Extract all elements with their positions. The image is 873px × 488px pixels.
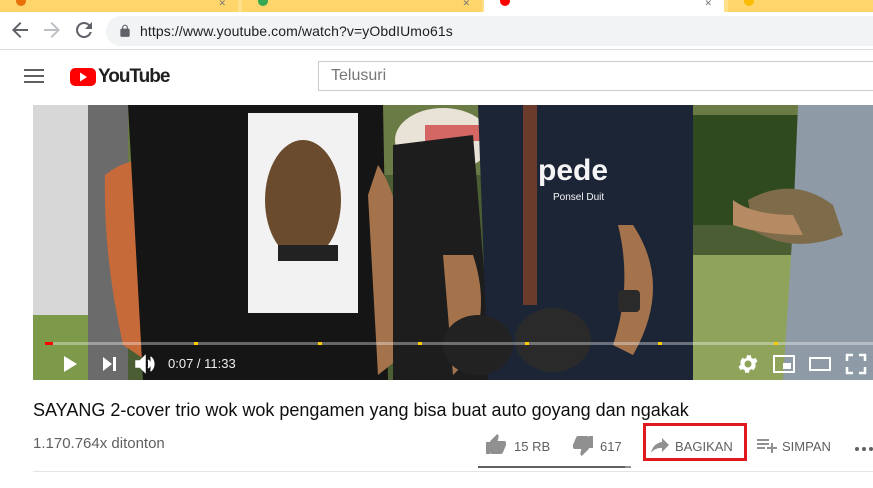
youtube-header: YouTube [0, 50, 873, 104]
fullscreen-icon [845, 353, 867, 375]
more-actions-button[interactable] [852, 431, 873, 459]
next-icon [103, 357, 116, 371]
tab-favicon-icon [258, 0, 268, 6]
back-arrow-icon [12, 22, 28, 38]
add-to-playlist-icon [757, 439, 777, 453]
svg-text:pede: pede [538, 154, 608, 187]
play-button[interactable] [57, 352, 81, 376]
search-box[interactable] [318, 61, 873, 91]
tab-favicon-icon [16, 0, 26, 6]
close-tab-icon[interactable]: ✕ [704, 0, 712, 9]
chapter-marker [417, 342, 422, 345]
menu-icon[interactable] [24, 69, 44, 85]
close-tab-icon[interactable]: ✕ [462, 0, 470, 9]
reload-icon [76, 22, 92, 38]
view-count: 1.170.764x ditonton [33, 435, 165, 452]
save-button[interactable]: SIMPAN [754, 431, 834, 459]
lock-icon [120, 24, 130, 37]
chapter-marker [525, 342, 530, 345]
volume-icon [135, 354, 155, 374]
chapter-marker [318, 342, 323, 345]
chapter-marker [657, 342, 662, 345]
miniplayer-button[interactable] [772, 352, 796, 376]
url-text[interactable]: https://www.youtube.com/watch?v=yObdIUmo… [140, 23, 453, 39]
like-count: 15 RB [514, 439, 551, 454]
annotation-highlight-box [643, 423, 747, 461]
forward-arrow-icon [44, 22, 60, 38]
back-button[interactable] [8, 18, 32, 42]
gear-icon [738, 355, 758, 373]
tab-favicon-icon [500, 0, 510, 6]
like-ratio-fill [478, 466, 625, 468]
browser-toolbar: https://www.youtube.com/watch?v=yObdIUmo… [0, 12, 873, 50]
video-player[interactable]: pede Ponsel Duit 0:07 / 11:33 [33, 105, 873, 380]
thumbs-down-icon [573, 436, 593, 456]
browser-tab-active[interactable]: ✕ [484, 0, 724, 12]
dislike-count: 617 [600, 439, 622, 454]
close-tab-icon[interactable]: ✕ [218, 0, 226, 9]
like-dislike-ratio-bar [478, 466, 631, 468]
forward-button[interactable] [40, 18, 64, 42]
chapter-marker [773, 342, 778, 345]
progress-bar[interactable] [45, 342, 873, 345]
theater-icon [809, 357, 831, 371]
player-controls: 0:07 / 11:33 [33, 348, 873, 380]
play-icon [64, 356, 77, 372]
youtube-logo-text[interactable]: YouTube [98, 66, 170, 88]
reload-button[interactable] [72, 18, 96, 42]
chapter-marker [194, 342, 199, 345]
settings-button[interactable] [736, 352, 760, 376]
browser-tab[interactable]: ✕ [0, 0, 238, 12]
next-button[interactable] [97, 352, 121, 376]
tab-favicon-icon [744, 0, 754, 6]
svg-text:Ponsel Duit: Ponsel Duit [553, 192, 604, 203]
browser-tab[interactable] [728, 0, 873, 12]
video-frame: pede Ponsel Duit [33, 105, 873, 380]
browser-tab[interactable]: ✕ [242, 0, 482, 12]
info-divider [33, 471, 873, 472]
time-display: 0:07 / 11:33 [168, 356, 236, 371]
miniplayer-icon [773, 355, 795, 373]
search-input[interactable] [319, 62, 851, 90]
like-button[interactable]: 15 RB [484, 431, 554, 459]
dislike-button[interactable]: 617 [571, 431, 631, 459]
more-horizontal-icon [855, 447, 873, 451]
thumbs-up-icon [486, 434, 506, 454]
progress-played [45, 342, 54, 345]
fullscreen-button[interactable] [844, 352, 868, 376]
video-title: SAYANG 2-cover trio wok wok pengamen yan… [33, 400, 689, 420]
save-label: SIMPAN [782, 439, 831, 454]
tab-strip: ✕ ✕ ✕ [0, 0, 873, 12]
address-bar[interactable]: https://www.youtube.com/watch?v=yObdIUmo… [106, 16, 873, 46]
volume-button[interactable] [133, 352, 157, 376]
youtube-logo-icon[interactable] [70, 67, 96, 87]
theater-mode-button[interactable] [808, 352, 832, 376]
